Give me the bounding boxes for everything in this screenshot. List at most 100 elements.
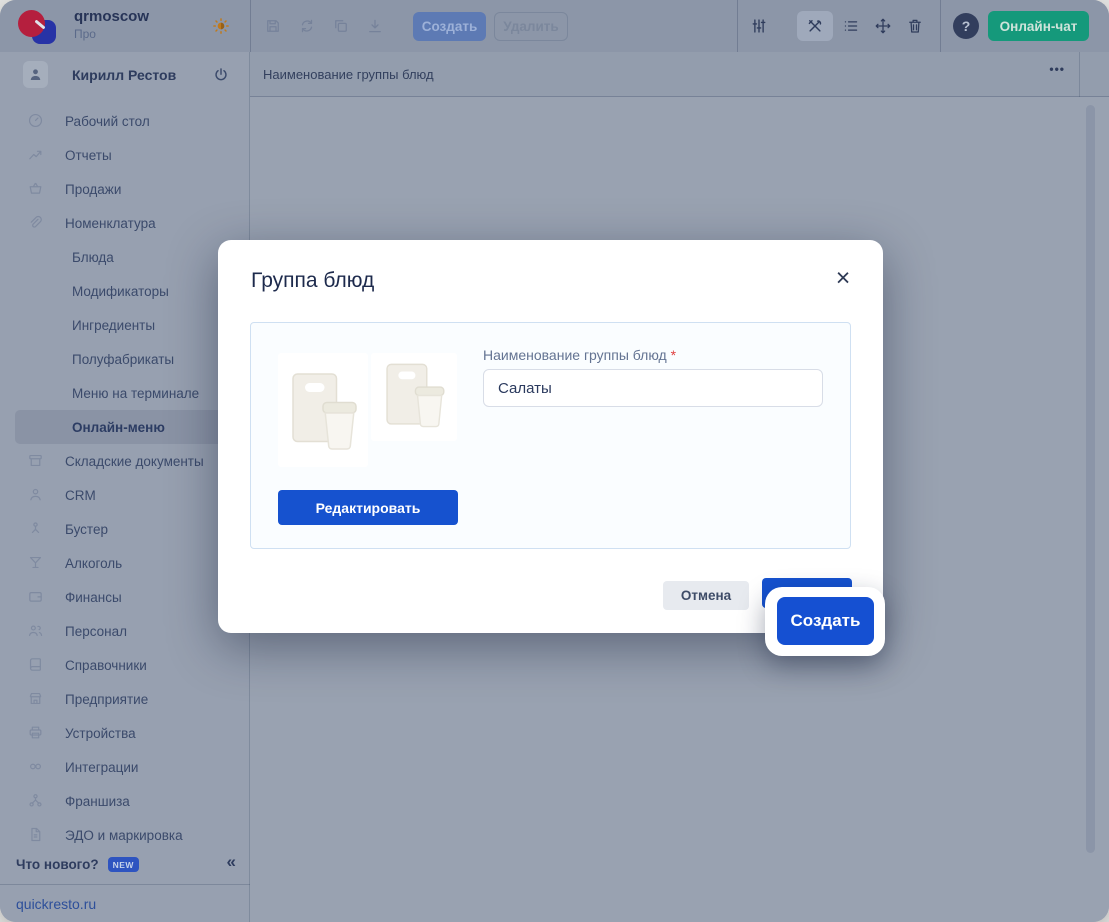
sidebar-item-franchise[interactable]: Франшиза xyxy=(0,784,250,818)
gauge-icon xyxy=(27,112,45,130)
sidebar-item-semifinished[interactable]: Полуфабрикаты xyxy=(0,342,250,376)
cancel-button[interactable]: Отмена xyxy=(663,581,749,610)
refresh-button[interactable] xyxy=(293,13,321,39)
delete-icon-button[interactable] xyxy=(901,13,929,39)
question-icon: ? xyxy=(962,18,971,34)
sidebar-item-directories[interactable]: Справочники xyxy=(0,648,250,682)
create-button-highlight: Создать xyxy=(765,587,885,656)
tools-icon xyxy=(806,17,824,35)
martini-icon xyxy=(27,554,45,572)
logout-button[interactable] xyxy=(212,64,234,86)
sidebar-item-enterprise[interactable]: Предприятие xyxy=(0,682,250,716)
required-mark: * xyxy=(671,347,676,363)
more-options-icon[interactable]: ••• xyxy=(1049,62,1065,76)
sidebar-item-dishes[interactable]: Блюда xyxy=(0,240,250,274)
move-icon xyxy=(874,17,892,35)
sidebar-item-integrations[interactable]: Интеграции xyxy=(0,750,250,784)
theme-sun-icon[interactable] xyxy=(211,16,231,36)
user-name: Кирилл Рестов xyxy=(72,67,176,83)
online-chat-button[interactable]: Онлайн-чат xyxy=(988,11,1089,41)
sidebar-item-dashboard[interactable]: Рабочий стол xyxy=(0,104,250,138)
tools-button[interactable] xyxy=(797,11,833,41)
sidebar-item-staff[interactable]: Персонал xyxy=(0,614,250,648)
group-name-input[interactable] xyxy=(483,369,823,407)
person-icon xyxy=(27,66,44,83)
edit-image-button[interactable]: Редактировать xyxy=(278,490,458,525)
wallet-icon xyxy=(27,588,45,606)
sync-icon xyxy=(298,17,316,35)
infinity-icon xyxy=(27,758,45,776)
hierarchy-icon xyxy=(27,792,45,810)
list-icon xyxy=(842,17,860,35)
sidebar-item-devices[interactable]: Устройства xyxy=(0,716,250,750)
topbar-separator xyxy=(250,0,251,52)
save-button[interactable] xyxy=(259,13,287,39)
topbar: qrmoscow Про xyxy=(0,0,1109,52)
topbar-separator xyxy=(940,0,941,52)
basket-icon xyxy=(27,180,45,198)
printer-icon xyxy=(27,724,45,742)
people-icon xyxy=(27,622,45,640)
document-icon xyxy=(27,826,45,844)
sidebar-item-nomenclature[interactable]: Номенклатура xyxy=(0,206,250,240)
sidebar-item-sales[interactable]: Продажи xyxy=(0,172,250,206)
group-image-preview-large[interactable] xyxy=(278,353,368,467)
collapse-sidebar-button[interactable]: « xyxy=(227,852,236,872)
divider xyxy=(1079,52,1080,97)
copy-button[interactable] xyxy=(327,13,355,39)
group-form-panel: Наименование группы блюд * Редактировать xyxy=(250,322,851,549)
sidebar-footer: Что нового? NEW « quickresto.ru xyxy=(0,848,250,922)
list-view-button[interactable] xyxy=(837,13,865,39)
site-link[interactable]: quickresto.ru xyxy=(16,896,96,912)
scrollbar-thumb[interactable] xyxy=(1086,105,1095,853)
sidebar-item-ingredients[interactable]: Ингредиенты xyxy=(0,308,250,342)
app-window: qrmoscow Про xyxy=(0,0,1109,922)
help-button[interactable]: ? xyxy=(953,13,979,39)
workspace-plan: Про xyxy=(74,27,96,41)
field-label: Наименование группы блюд * xyxy=(483,347,676,363)
sidebar-item-crm[interactable]: CRM xyxy=(0,478,250,512)
quickresto-logo-icon xyxy=(18,10,62,44)
sidebar-item-finance[interactable]: Финансы xyxy=(0,580,250,614)
toolbar-create-button[interactable]: Создать xyxy=(413,12,486,41)
whats-new-row[interactable]: Что нового? NEW « xyxy=(0,848,250,880)
sidebar-item-alcohol[interactable]: Алкоголь xyxy=(0,546,250,580)
copy-icon xyxy=(332,17,350,35)
power-icon xyxy=(212,66,230,84)
sidebar-item-warehouse-docs[interactable]: Складские документы xyxy=(0,444,250,478)
floppy-icon xyxy=(264,17,282,35)
book-icon xyxy=(27,656,45,674)
sidebar: Кирилл Рестов Рабочий стол xyxy=(0,52,250,922)
toolbar-delete-button[interactable]: Удалить xyxy=(494,12,568,41)
sidebar-item-edo[interactable]: ЭДО и маркировка xyxy=(0,818,250,852)
archive-box-icon xyxy=(27,452,45,470)
modal-title: Группа блюд xyxy=(251,269,374,293)
trash-icon xyxy=(906,17,924,35)
sidebar-item-online-menu[interactable]: Онлайн-меню xyxy=(15,410,235,444)
user-row: Кирилл Рестов xyxy=(0,58,250,98)
sliders-icon xyxy=(750,17,768,35)
sidebar-item-reports[interactable]: Отчеты xyxy=(0,138,250,172)
move-button[interactable] xyxy=(869,13,897,39)
sidebar-item-modifiers[interactable]: Модификаторы xyxy=(0,274,250,308)
close-icon[interactable]: × xyxy=(827,262,859,294)
dish-group-modal: Группа блюд × Наименов xyxy=(218,240,883,633)
create-button-highlighted[interactable]: Создать xyxy=(777,597,874,645)
download-icon xyxy=(366,17,384,35)
whats-new-label: Что нового? xyxy=(16,857,99,872)
download-button[interactable] xyxy=(361,13,389,39)
user-avatar xyxy=(23,61,48,88)
chart-icon xyxy=(27,146,45,164)
filters-button[interactable] xyxy=(745,13,773,39)
workspace-name: qrmoscow xyxy=(74,8,149,25)
person-outline-icon xyxy=(27,486,45,504)
sidebar-item-booster[interactable]: Бустер xyxy=(0,512,250,546)
sidebar-nav: Рабочий стол Отчеты Продажи xyxy=(0,104,250,852)
paperclip-icon xyxy=(27,214,45,232)
branch-icon xyxy=(27,520,45,538)
topbar-separator xyxy=(737,0,738,52)
storefront-icon xyxy=(27,690,45,708)
column-header: Наименование группы блюд xyxy=(263,67,434,82)
sidebar-item-terminal-menu[interactable]: Меню на терминале xyxy=(0,376,250,410)
group-image-preview-small[interactable] xyxy=(371,353,457,441)
